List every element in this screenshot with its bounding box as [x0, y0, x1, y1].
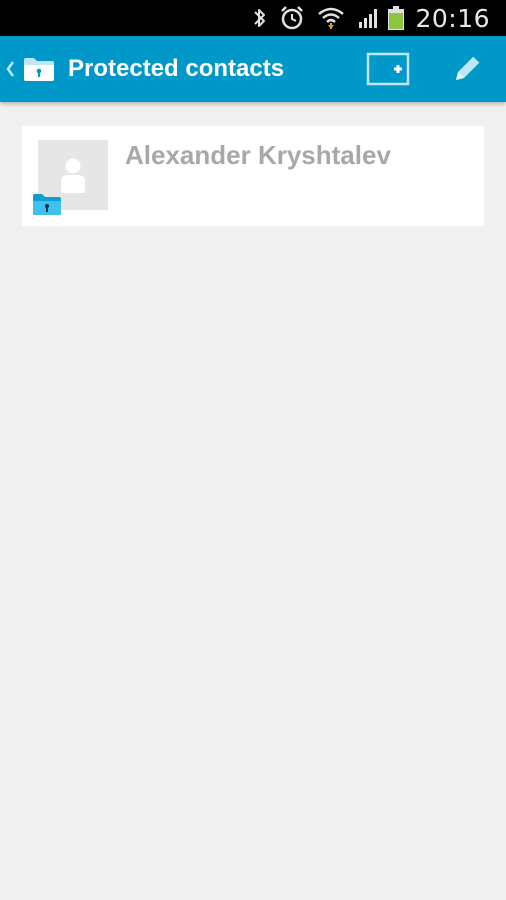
signal-icon [357, 0, 381, 36]
person-placeholder-icon [58, 157, 88, 193]
alarm-icon [279, 0, 305, 36]
bluetooth-icon [253, 0, 267, 36]
wifi-icon [317, 0, 345, 36]
back-button[interactable] [4, 36, 56, 102]
contact-name: Alexander Kryshtalev [125, 140, 391, 170]
page-title: Protected contacts [68, 55, 285, 82]
add-contact-icon [366, 52, 410, 86]
add-contact-button[interactable] [356, 36, 420, 102]
contact-list-item[interactable]: Alexander Kryshtalev [22, 126, 484, 226]
protected-badge-icon [32, 192, 62, 221]
action-bar: Protected contacts [0, 36, 506, 102]
status-bar: 20:16 [0, 0, 506, 36]
protected-folder-icon [22, 55, 56, 83]
chevron-left-icon [4, 36, 16, 102]
status-time: 20:16 [415, 3, 490, 33]
battery-icon [387, 0, 405, 36]
edit-icon [450, 52, 484, 86]
edit-button[interactable] [435, 36, 499, 102]
